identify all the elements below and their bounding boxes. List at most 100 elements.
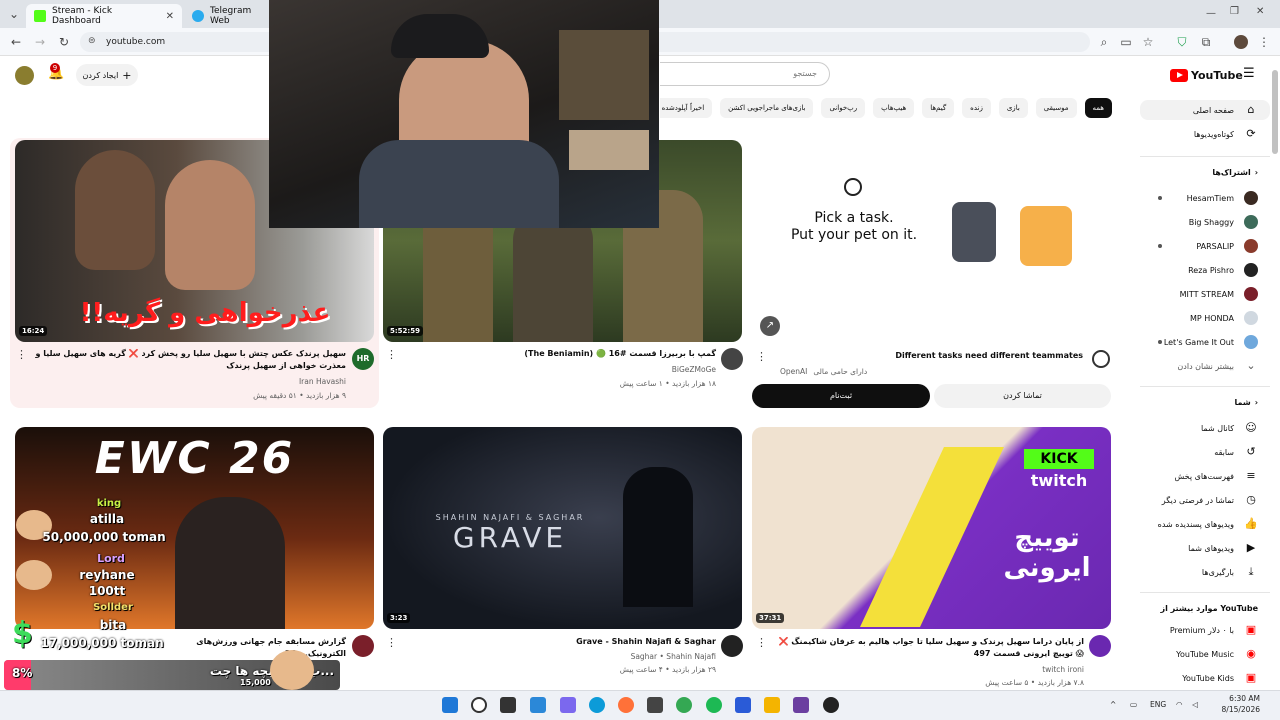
more-options-icon[interactable]: ⋮ xyxy=(386,636,397,649)
tab-telegram[interactable]: Telegram Web xyxy=(184,4,270,28)
scrollbar-thumb[interactable] xyxy=(1272,70,1278,154)
ad-watch-button[interactable]: تماشا کردن xyxy=(934,384,1111,408)
video-title[interactable]: گمپ با بربیرزا قسمت #16 🟢 (The Beniamin) xyxy=(400,348,716,360)
advertiser-name[interactable]: OpenAI xyxy=(780,366,807,378)
close-icon[interactable]: ✕ xyxy=(166,11,174,22)
maximize-icon[interactable]: ❐ xyxy=(1230,6,1239,17)
extensions-icon[interactable]: ⧉ xyxy=(1198,34,1214,50)
sidebar-item-subscription[interactable]: Big Shaggy xyxy=(1140,212,1270,232)
chat-icon[interactable] xyxy=(560,697,576,713)
sidebar-item-shorts[interactable]: کوتاه‌ویدیوها ⟳ xyxy=(1140,124,1270,144)
show-hidden-icons-icon[interactable]: ^ xyxy=(1110,700,1116,709)
shield-extension-icon[interactable]: ⛉ xyxy=(1174,34,1190,50)
wifi-icon[interactable]: ◠ xyxy=(1176,700,1183,709)
tab-kick-dashboard[interactable]: Stream - Kick Dashboard ✕ xyxy=(26,4,182,28)
bookmark-star-icon[interactable]: ☆ xyxy=(1140,34,1156,50)
create-button[interactable]: ایجاد کردن + xyxy=(76,64,138,86)
reload-icon[interactable]: ↻ xyxy=(56,34,72,50)
forward-icon[interactable]: → xyxy=(32,34,48,50)
store-icon[interactable] xyxy=(647,697,663,713)
chip-rap[interactable]: رپ‌خوانی xyxy=(821,98,866,118)
chip-recently-uploaded[interactable]: اخیراً آپلودشده xyxy=(660,98,713,118)
chip-action-adventure[interactable]: بازی‌های ماجراجویی اکشن xyxy=(720,98,814,118)
youtube-logo[interactable]: YouTube xyxy=(1170,66,1243,84)
back-icon[interactable]: ← xyxy=(8,34,24,50)
chrome-icon[interactable] xyxy=(676,697,692,713)
chip-all[interactable]: همه xyxy=(1084,98,1112,118)
volume-icon[interactable]: ◁ xyxy=(1192,700,1198,709)
edge-icon[interactable] xyxy=(589,697,605,713)
app-icon[interactable] xyxy=(735,697,751,713)
sidebar-item-home[interactable]: صفحه اصلی ⌂ xyxy=(1140,100,1270,120)
zoom-icon[interactable]: ⌕ xyxy=(1096,34,1112,50)
more-options-icon[interactable]: ⋮ xyxy=(756,636,767,649)
video-thumbnail[interactable]: SHAHIN NAJAFI & SAGHAR GRAVE 3:23 xyxy=(383,427,742,629)
ad-banner[interactable]: Pick a task. Put your pet on it. ↗ xyxy=(752,140,1111,342)
more-options-icon[interactable]: ⋮ xyxy=(386,348,397,361)
channel-avatar[interactable] xyxy=(721,348,743,370)
show-more-button[interactable]: بیشتر نشان دادن ⌄ xyxy=(1140,356,1270,376)
you-header[interactable]: شما › xyxy=(1234,398,1258,407)
app-r-icon[interactable] xyxy=(793,697,809,713)
sidebar-item-liked[interactable]: ویدیوهای پسندیده شده 👍 xyxy=(1140,514,1270,534)
open-external-icon[interactable]: ↗ xyxy=(760,316,780,336)
sidebar-item-downloads[interactable]: بارگیری‌ها ⤓ xyxy=(1140,562,1270,582)
ad-title[interactable]: Different tasks need different teammates xyxy=(780,350,1083,362)
channel-avatar[interactable]: HR xyxy=(352,348,374,370)
sidebar-item-your-channel[interactable]: کانال شما ☺ xyxy=(1140,418,1270,438)
cast-icon[interactable]: ▭ xyxy=(1118,34,1134,50)
hamburger-menu-icon[interactable]: ☰ xyxy=(1243,66,1255,81)
sidebar-item-history[interactable]: سابقه ↺ xyxy=(1140,442,1270,462)
channel-avatar[interactable] xyxy=(1089,635,1111,657)
ad-signup-button[interactable]: ثبت‌نام xyxy=(752,384,930,408)
video-title[interactable]: Grave - Shahin Najafi & Saghar xyxy=(400,636,716,648)
channel-avatar[interactable] xyxy=(352,635,374,657)
spotify-icon[interactable] xyxy=(706,697,722,713)
video-title[interactable]: سهیل پرندک عکس چتش با سهیل سلیا رو پخش ک… xyxy=(28,348,346,372)
search-icon[interactable] xyxy=(471,697,487,713)
more-options-icon[interactable]: ⋮ xyxy=(16,348,27,361)
chip-games[interactable]: گیم‌ها xyxy=(922,98,955,118)
profile-avatar[interactable] xyxy=(1234,35,1248,49)
video-title[interactable]: از پایان دراما سهیل پرندک و سهیل سلیا تا… xyxy=(768,636,1084,660)
channel-name[interactable]: Iran Havashi xyxy=(28,376,346,388)
chip-music[interactable]: موسیقی xyxy=(1035,98,1077,118)
chip-hiphop[interactable]: هیپ‌هاپ xyxy=(873,98,915,118)
scrollbar[interactable] xyxy=(1272,62,1278,690)
sidebar-item-premium[interactable]: Premium با ۰ دلار ▣ xyxy=(1140,620,1270,640)
sidebar-item-music[interactable]: YouTube Music ◉ xyxy=(1140,644,1270,664)
clock-date[interactable]: 8/15/2026 xyxy=(1212,705,1260,714)
obs-icon[interactable] xyxy=(823,697,839,713)
sidebar-item-subscription[interactable]: PARSALIP xyxy=(1140,236,1270,256)
notification-tray-icon[interactable]: ▭ xyxy=(1130,700,1137,709)
window-close-icon[interactable]: ✕ xyxy=(1256,6,1264,17)
language-indicator[interactable]: ENG xyxy=(1150,700,1166,709)
channel-avatar[interactable] xyxy=(721,635,743,657)
minimize-icon[interactable]: — xyxy=(1206,8,1216,19)
firefox-icon[interactable] xyxy=(618,697,634,713)
sidebar-item-subscription[interactable]: MP HONDA xyxy=(1140,308,1270,328)
task-view-icon[interactable] xyxy=(500,697,516,713)
sidebar-item-subscription[interactable]: MITT STREAM xyxy=(1140,284,1270,304)
search-input[interactable]: جستجو xyxy=(660,62,830,86)
windows-start-icon[interactable] xyxy=(442,697,458,713)
chip-live[interactable]: زنده xyxy=(962,98,991,118)
sidebar-item-playlists[interactable]: فهرست‌های پخش ≡ xyxy=(1140,466,1270,486)
sidebar-item-subscription[interactable]: HesamTiem xyxy=(1140,188,1270,208)
sidebar-item-your-videos[interactable]: ویدیوهای شما ▶ xyxy=(1140,538,1270,558)
chip-gaming[interactable]: بازی xyxy=(998,98,1028,118)
channel-name[interactable]: Saghar • Shahin Najafi xyxy=(400,651,716,663)
tab-search-icon[interactable]: ⌄ xyxy=(6,6,22,22)
sidebar-item-watch-later[interactable]: تماشا در فرصتی دیگر ◷ xyxy=(1140,490,1270,510)
video-thumbnail[interactable]: KICK twitch توییچ ایرونی 37:31 xyxy=(752,427,1111,629)
channel-name[interactable]: BiGeZMoGe xyxy=(400,364,716,376)
browser-menu-icon[interactable]: ⋮ xyxy=(1256,34,1272,50)
site-info-icon[interactable]: ⊜ xyxy=(88,36,96,46)
sidebar-item-subscription[interactable]: Reza Pishro xyxy=(1140,260,1270,280)
subscriptions-header[interactable]: اشتراک‌ها › xyxy=(1212,168,1258,177)
clock-time[interactable]: 6:30 AM xyxy=(1220,694,1260,703)
video-title[interactable]: گزارش مسابقه جام جهانی ورزش‌های الکترونی… xyxy=(150,636,346,660)
account-avatar[interactable] xyxy=(15,66,34,85)
advertiser-avatar[interactable] xyxy=(1092,350,1110,368)
sidebar-item-kids[interactable]: YouTube Kids ▣ xyxy=(1140,668,1270,688)
